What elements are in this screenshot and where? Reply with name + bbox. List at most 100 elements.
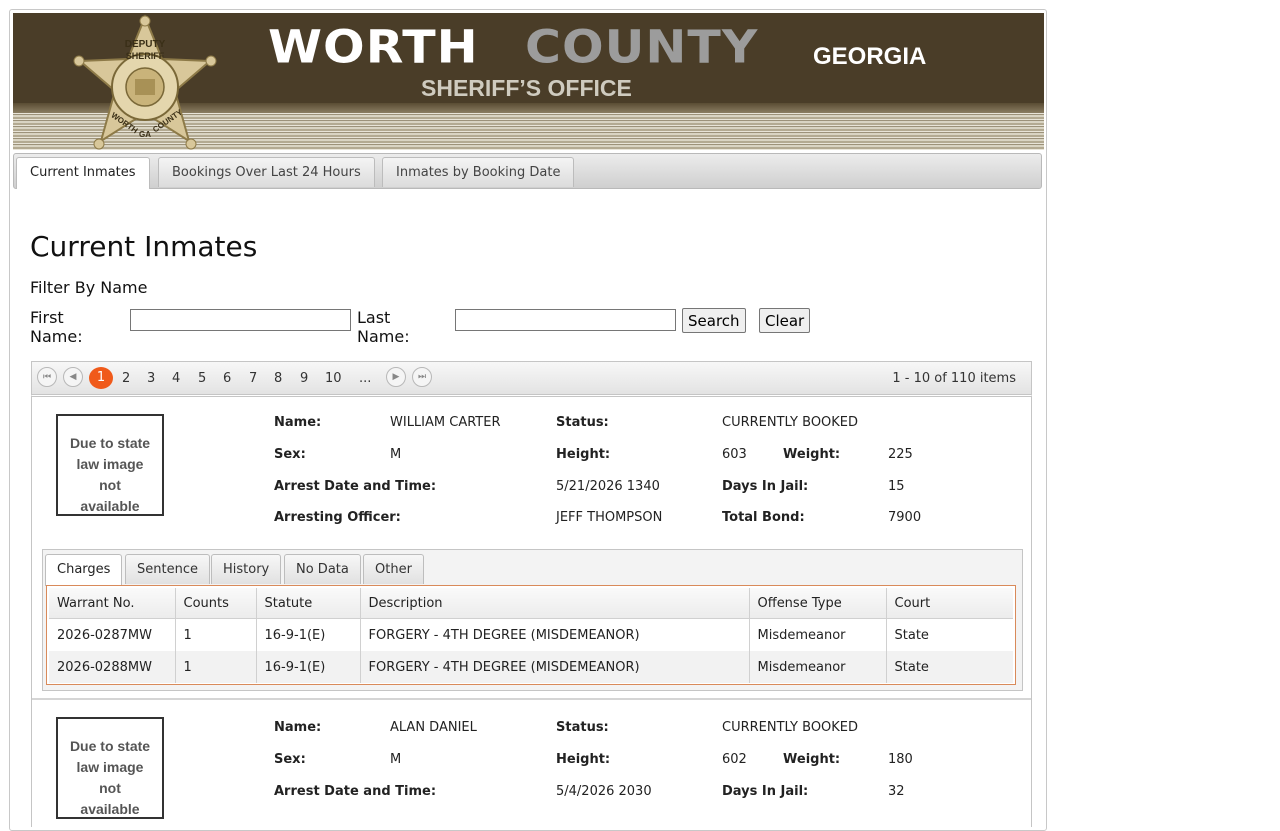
tab-bookings-24-hours[interactable]: Bookings Over Last 24 Hours <box>158 157 375 187</box>
page-number[interactable]: 5 <box>198 371 206 386</box>
inmate-height: 602 <box>722 752 747 767</box>
next-page-icon[interactable]: ▶ <box>386 367 406 387</box>
table-row: 2026-0288MW 1 16-9-1(E) FORGERY - 4TH DE… <box>49 651 1013 683</box>
charge-description: FORGERY - 4TH DEGREE (MISDEMEANOR) <box>360 651 750 683</box>
tab-history[interactable]: History <box>211 554 282 584</box>
main-nav: Current Inmates Bookings Over Last 24 Ho… <box>13 153 1042 189</box>
photo-notice-line: Due to state <box>69 738 151 754</box>
previous-page-icon[interactable]: ◀ <box>63 367 83 387</box>
page-number[interactable]: 3 <box>147 371 155 386</box>
inmate-name: WILLIAM CARTER <box>390 415 501 430</box>
tab-sentence[interactable]: Sentence <box>125 554 210 584</box>
page-number[interactable]: 8 <box>274 371 282 386</box>
inmate-sex: M <box>390 752 402 767</box>
badge-text-mid: SHERIFF <box>126 51 165 61</box>
inmate-arrest-date: 5/21/2026 1340 <box>556 479 660 494</box>
clear-button[interactable]: Clear <box>759 308 811 333</box>
charge-description: FORGERY - 4TH DEGREE (MISDEMEANOR) <box>360 618 750 651</box>
officer-label: Arresting Officer: <box>274 510 401 525</box>
days-label: Days In Jail: <box>722 784 809 799</box>
charge-court: State <box>886 651 1013 683</box>
charge-statute: 16-9-1(E) <box>256 651 361 683</box>
inmate-name: ALAN DANIEL <box>390 720 477 735</box>
days-label: Days In Jail: <box>722 479 809 494</box>
status-label: Status: <box>556 415 609 430</box>
banner-title-county: COUNTY <box>525 21 759 74</box>
badge-text-top: DEPUTY <box>125 39 166 50</box>
page-number[interactable]: 4 <box>172 371 180 386</box>
pager-info: 1 - 10 of 110 items <box>892 371 1016 386</box>
bond-label: Total Bond: <box>722 510 805 525</box>
banner-subtitle: SHERIFF’S OFFICE <box>421 75 632 101</box>
search-button[interactable]: Search <box>682 308 746 333</box>
photo-notice-line: available <box>80 801 140 817</box>
grid-pager: ⏮ ◀ 1 2 3 4 5 6 7 8 9 10 ... ▶ ⏭ 1 - 10 … <box>31 361 1032 395</box>
page-number[interactable]: 2 <box>122 371 130 386</box>
banner-title-state: GEORGIA <box>813 43 927 70</box>
first-page-icon[interactable]: ⏮ <box>37 367 57 387</box>
tab-no-data[interactable]: No Data <box>284 554 361 584</box>
tab-inmates-by-booking-date[interactable]: Inmates by Booking Date <box>382 157 575 187</box>
column-header-court[interactable]: Court <box>886 588 1013 619</box>
photo-notice-line: law image not <box>76 759 144 796</box>
inmate-total-bond: 7900 <box>888 510 922 525</box>
header-banner: DEPUTY SHERIFF WORTH GA COUNTY WORTH COU… <box>13 13 1044 150</box>
filter-label: Filter By Name <box>30 278 148 297</box>
banner-title-worth: WORTH <box>268 21 479 74</box>
weight-label: Weight: <box>783 447 841 462</box>
sheriff-badge-icon: DEPUTY SHERIFF WORTH GA COUNTY <box>73 14 217 150</box>
inmate-weight: 225 <box>888 447 913 462</box>
page-number-current[interactable]: 1 <box>89 367 113 389</box>
first-name-input[interactable] <box>130 309 351 331</box>
column-header-warrant[interactable]: Warrant No. <box>49 588 176 619</box>
column-header-counts[interactable]: Counts <box>175 588 257 619</box>
name-label: Name: <box>274 720 322 735</box>
page-number[interactable]: 7 <box>249 371 257 386</box>
page-container: DEPUTY SHERIFF WORTH GA COUNTY WORTH COU… <box>9 9 1047 831</box>
photo-notice-line: law image not <box>76 456 144 493</box>
column-header-offense-type[interactable]: Offense Type <box>749 588 887 619</box>
inmate-record: Due to state law image not available Nam… <box>32 698 1031 830</box>
last-name-label: Last Name: <box>357 308 410 346</box>
arrest-label: Arrest Date and Time: <box>274 479 437 494</box>
tab-other[interactable]: Other <box>363 554 424 584</box>
photo-notice-line: Due to state <box>69 435 151 451</box>
charges-panel: Warrant No. Counts Statute Description O… <box>46 585 1016 685</box>
charge-counts: 1 <box>175 618 257 651</box>
name-label: Name: <box>274 415 322 430</box>
height-label: Height: <box>556 447 611 462</box>
last-name-input[interactable] <box>455 309 676 331</box>
charge-warrant: 2026-0288MW <box>49 651 176 683</box>
inmate-status: CURRENTLY BOOKED <box>722 720 859 735</box>
inmate-record: Due to state law image not available Nam… <box>32 397 1031 698</box>
charge-offense-type: Misdemeanor <box>749 618 887 651</box>
inmate-status: CURRENTLY BOOKED <box>722 415 859 430</box>
page-title: Current Inmates <box>30 230 258 263</box>
inmate-grid: Due to state law image not available Nam… <box>31 394 1032 827</box>
inmate-arresting-officer: JEFF THOMPSON <box>556 510 663 525</box>
tab-current-inmates[interactable]: Current Inmates <box>16 157 150 189</box>
inmate-photo-placeholder: Due to state law image not available <box>56 717 164 819</box>
page-number[interactable]: 9 <box>300 371 308 386</box>
page-number[interactable]: 10 <box>325 371 342 386</box>
inmate-sex: M <box>390 447 402 462</box>
inmate-height: 603 <box>722 447 747 462</box>
page-number[interactable]: 6 <box>223 371 231 386</box>
charge-counts: 1 <box>175 651 257 683</box>
badge-text-center: GA <box>139 130 151 139</box>
inmate-days-in-jail: 32 <box>888 784 905 799</box>
table-row: 2026-0287MW 1 16-9-1(E) FORGERY - 4TH DE… <box>49 618 1013 651</box>
sex-label: Sex: <box>274 752 306 767</box>
charge-warrant: 2026-0287MW <box>49 618 176 651</box>
last-page-icon[interactable]: ⏭ <box>412 367 432 387</box>
inmate-arrest-date: 5/4/2026 2030 <box>556 784 652 799</box>
column-header-statute[interactable]: Statute <box>256 588 361 619</box>
inmate-photo-placeholder: Due to state law image not available <box>56 414 164 516</box>
column-header-description[interactable]: Description <box>360 588 750 619</box>
charge-court: State <box>894 627 929 643</box>
page-number-more[interactable]: ... <box>359 371 371 386</box>
charges-table: Warrant No. Counts Statute Description O… <box>49 588 1013 683</box>
tab-charges[interactable]: Charges <box>45 554 123 586</box>
first-name-label: First Name: <box>30 308 83 346</box>
weight-label: Weight: <box>783 752 841 767</box>
